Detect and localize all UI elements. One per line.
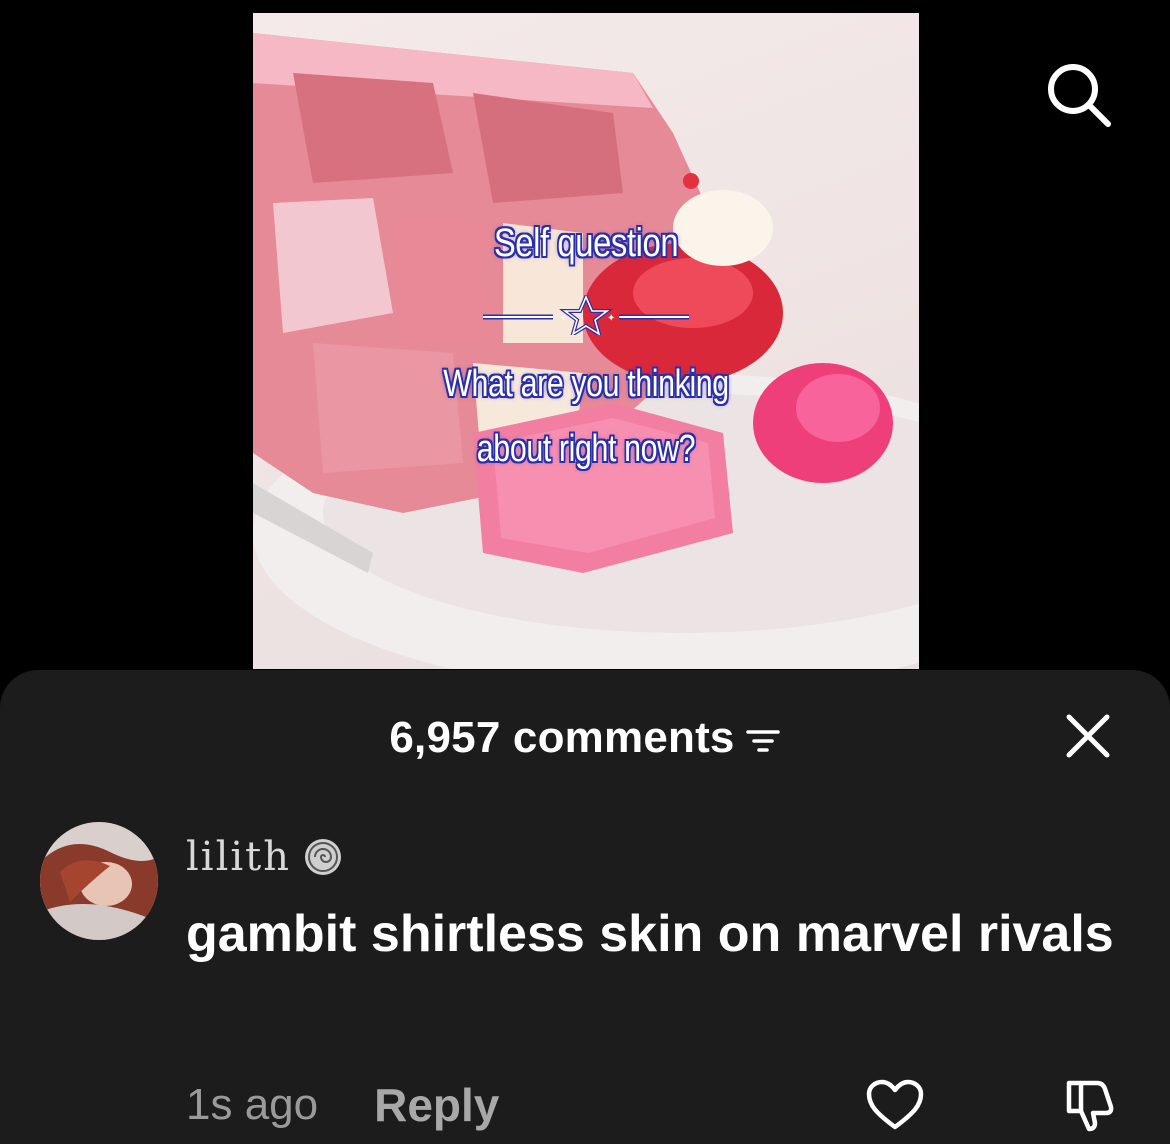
dislike-button[interactable] [1054,1070,1124,1140]
comments-sheet: 6,957 comments lilith gambit shirtless s… [0,670,1170,1144]
reply-button[interactable]: Reply [374,1078,499,1132]
spiral-badge-icon [305,839,342,875]
close-comments-button[interactable] [1056,704,1120,768]
avatar-image [40,822,158,940]
cake-image [253,33,919,669]
avatar[interactable] [40,822,158,940]
comment-count: 6,957 comments [389,713,735,762]
comments-header: 6,957 comments [0,708,1170,768]
video-overlay-title: Self question [493,221,679,265]
comment-username[interactable]: lilith [186,834,291,880]
video-overlay-question-line-1: What are you thinking [443,363,729,405]
sort-filter-icon [745,730,780,752]
like-button[interactable] [860,1070,930,1140]
search-button[interactable] [1036,52,1120,136]
star-divider-icon: ✦ ✦ [483,295,689,335]
video-overlay-question-line-2: about right now? [476,428,696,470]
heart-outline-icon [866,1079,924,1130]
comment-meta: 1s ago Reply [186,1075,499,1135]
username-row: lilith [186,832,343,882]
comment-timestamp: 1s ago [186,1080,319,1129]
svg-text:✦: ✦ [607,313,615,324]
comment-text: gambit shirtless skin on marvel rivals [186,905,1114,963]
video-preview[interactable]: Self question ✦ ✦ What are you thinking … [253,13,919,669]
close-icon [1066,714,1110,758]
svg-text:✦: ✦ [559,313,567,324]
search-icon [1048,64,1111,127]
thumbs-down-outline-icon [1066,1080,1114,1132]
sort-comments-button[interactable] [745,726,781,756]
screen: Self question ✦ ✦ What are you thinking … [0,0,1170,1144]
